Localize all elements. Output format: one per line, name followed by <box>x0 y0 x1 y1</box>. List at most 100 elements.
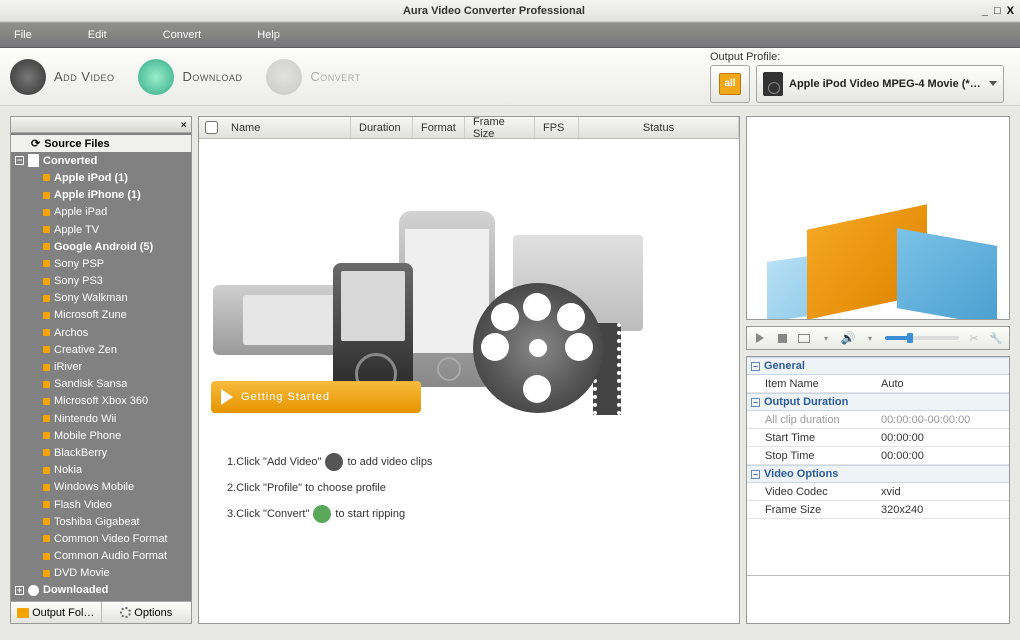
volume-icon[interactable]: 🔊 <box>841 331 855 345</box>
property-description <box>747 575 1009 623</box>
category-tree: ⟳ Source Files − Converted Apple iPod (1… <box>11 133 191 601</box>
bullet-icon <box>43 449 50 456</box>
tree-item-label: Sony PS3 <box>54 275 103 287</box>
tree-item[interactable]: Flash Video <box>11 496 191 513</box>
player-controls: ▾ 🔊 ▾ ✂ 🔧 <box>746 326 1010 350</box>
prop-video-codec[interactable]: Video Codecxvid <box>747 483 1009 501</box>
bullet-icon <box>43 518 50 525</box>
tree-item[interactable]: DVD Movie <box>11 565 191 582</box>
tree-item[interactable]: Microsoft Zune <box>11 307 191 324</box>
volume-dropdown[interactable]: ▾ <box>863 331 877 345</box>
tree-item[interactable]: BlackBerry <box>11 444 191 461</box>
close-button[interactable]: X <box>1007 5 1014 17</box>
bullet-icon <box>43 346 50 353</box>
tree-item[interactable]: Apple iPhone (1) <box>11 187 191 204</box>
tree-item[interactable]: Sony Walkman <box>11 290 191 307</box>
volume-slider[interactable] <box>885 336 959 340</box>
prop-stop-time[interactable]: Stop Time00:00:00 <box>747 447 1009 465</box>
tree-converted[interactable]: − Converted <box>11 152 191 169</box>
prop-start-time[interactable]: Start Time00:00:00 <box>747 429 1009 447</box>
tree-downloaded[interactable]: + Downloaded <box>11 582 191 599</box>
download-button[interactable]: Download <box>138 59 242 95</box>
section-general[interactable]: −General <box>747 357 1009 375</box>
tree-item[interactable]: Apple TV <box>11 221 191 238</box>
bullet-icon <box>43 381 50 388</box>
tree-item[interactable]: Windows Mobile <box>11 479 191 496</box>
snapshot-button[interactable] <box>797 331 811 345</box>
tree-item-label: iRiver <box>54 361 82 373</box>
bullet-icon <box>43 364 50 371</box>
tree-item[interactable]: Nokia <box>11 462 191 479</box>
col-frame-size[interactable]: Frame Size <box>465 117 535 138</box>
profile-dropdown[interactable]: Apple iPod Video MPEG-4 Movie (*.m… <box>756 65 1004 103</box>
tree-item-label: Sony PSP <box>54 258 104 270</box>
tree-item[interactable]: Common Audio Format <box>11 548 191 565</box>
bullet-icon <box>43 484 50 491</box>
tree-item[interactable]: Archos <box>11 324 191 341</box>
prop-frame-size[interactable]: Frame Size320x240 <box>747 501 1009 519</box>
getting-started-button[interactable]: Getting Started <box>211 381 421 413</box>
download-small-icon <box>28 585 39 596</box>
prop-item-name[interactable]: Item NameAuto <box>747 375 1009 393</box>
devices-illustration <box>213 175 725 375</box>
wrench-icon[interactable]: 🔧 <box>989 331 1003 345</box>
tree-item[interactable]: Sony PSP <box>11 255 191 272</box>
section-output-duration[interactable]: −Output Duration <box>747 393 1009 411</box>
menu-help[interactable]: Help <box>257 29 280 41</box>
player-stop-button[interactable] <box>775 331 789 345</box>
tree-item[interactable]: iRiver <box>11 358 191 375</box>
tree-item[interactable]: Sandisk Sansa <box>11 376 191 393</box>
menu-edit[interactable]: Edit <box>88 29 107 41</box>
tree-item[interactable]: Apple iPod (1) <box>11 169 191 186</box>
menu-file[interactable]: File <box>14 29 32 41</box>
player-play-button[interactable] <box>753 331 767 345</box>
profile-all-button[interactable]: all <box>710 65 750 103</box>
tree-item[interactable]: Common Video Format <box>11 530 191 547</box>
tree-item[interactable]: Creative Zen <box>11 341 191 358</box>
tree-item-label: Common Video Format <box>54 533 168 545</box>
tree-source-files[interactable]: ⟳ Source Files <box>11 135 191 152</box>
tab-options[interactable]: Options <box>102 602 192 623</box>
col-format[interactable]: Format <box>413 117 465 138</box>
add-video-button[interactable]: Add Video <box>10 59 114 95</box>
tree-item[interactable]: Microsoft Xbox 360 <box>11 393 191 410</box>
tree-item-label: Nokia <box>54 464 82 476</box>
tree-item[interactable]: Mobile Phone <box>11 427 191 444</box>
tree-item[interactable]: Toshiba Gigabeat <box>11 513 191 530</box>
col-fps[interactable]: FPS <box>535 117 579 138</box>
tree-item[interactable]: Sony PS3 <box>11 273 191 290</box>
tree-item[interactable]: Google Android (5) <box>11 238 191 255</box>
prop-all-clip: All clip duration00:00:00-00:00:00 <box>747 411 1009 429</box>
tab-output-folder[interactable]: Output Fol… <box>11 602 102 623</box>
tree-item-label: Common Audio Format <box>54 550 167 562</box>
section-video-options[interactable]: −Video Options <box>747 465 1009 483</box>
instruction-steps: 1.Click "Add Video" to add video clips 2… <box>227 449 432 527</box>
convert-button[interactable]: Convert <box>266 59 360 95</box>
expand-icon[interactable]: + <box>15 586 24 595</box>
output-profile-section: Output Profile: all Apple iPod Video MPE… <box>710 51 1004 103</box>
menu-bar: File Edit Convert Help <box>0 22 1020 48</box>
tree-item-label: Archos <box>54 327 88 339</box>
tree-item-label: Microsoft Zune <box>54 309 127 321</box>
panel-close-icon[interactable]: × <box>180 118 187 131</box>
column-headers: Name Duration Format Frame Size FPS Stat… <box>199 117 739 139</box>
col-name[interactable]: Name <box>223 117 351 138</box>
maximize-button[interactable]: □ <box>994 5 1001 17</box>
col-duration[interactable]: Duration <box>351 117 413 138</box>
menu-convert[interactable]: Convert <box>163 29 202 41</box>
tree-item[interactable]: Nintendo Wii <box>11 410 191 427</box>
profile-selected-text: Apple iPod Video MPEG-4 Movie (*.m… <box>789 78 983 90</box>
minimize-button[interactable]: _ <box>982 5 988 17</box>
tree-item[interactable]: Apple iPad <box>11 204 191 221</box>
bullet-icon <box>43 295 50 302</box>
refresh-icon: ⟳ <box>31 137 40 150</box>
snapshot-dropdown[interactable]: ▾ <box>819 331 833 345</box>
scissors-icon[interactable]: ✂ <box>967 331 981 345</box>
collapse-icon[interactable]: − <box>15 156 24 165</box>
tree-item-label: Nintendo Wii <box>54 413 116 425</box>
left-panel: × ⟳ Source Files − Converted Apple iPod … <box>10 116 192 624</box>
select-all-checkbox[interactable] <box>205 121 218 134</box>
bullet-icon <box>43 278 50 285</box>
convert-label: Convert <box>310 69 360 84</box>
col-status[interactable]: Status <box>579 117 739 138</box>
